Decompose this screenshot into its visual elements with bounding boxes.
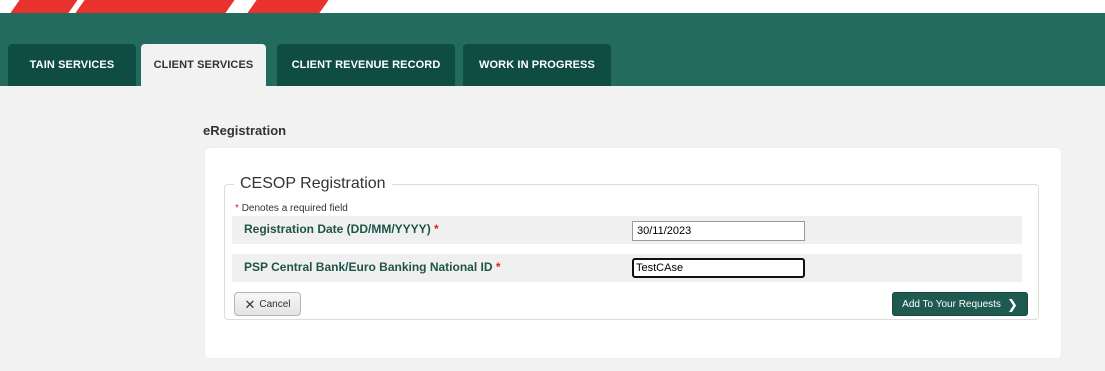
required-star: * xyxy=(495,260,501,274)
registration-date-label-text: Registration Date (DD/MM/YYYY) xyxy=(244,222,431,236)
active-tab-connector xyxy=(141,86,266,100)
add-to-requests-button[interactable]: Add To Your Requests ❯ xyxy=(892,292,1028,316)
tab-client-services[interactable]: CLIENT SERVICES xyxy=(141,44,266,86)
required-note-text: Denotes a required field xyxy=(241,203,348,214)
close-icon: ✕ xyxy=(244,296,256,312)
tab-client-revenue-record[interactable]: CLIENT REVENUE RECORD xyxy=(277,44,455,86)
registration-date-input[interactable] xyxy=(632,221,805,241)
registration-date-row: Registration Date (DD/MM/YYYY) * xyxy=(232,216,1022,244)
cancel-button[interactable]: ✕ Cancel xyxy=(234,292,301,316)
required-star: * xyxy=(434,222,439,236)
tab-work-in-progress[interactable]: WORK IN PROGRESS xyxy=(463,44,611,86)
fieldset-legend: CESOP Registration xyxy=(234,175,392,193)
psp-national-id-input[interactable] xyxy=(632,258,805,278)
cancel-button-label: Cancel xyxy=(259,298,291,310)
psp-national-id-label: PSP Central Bank/Euro Banking National I… xyxy=(244,260,501,274)
registration-date-label: Registration Date (DD/MM/YYYY) * xyxy=(244,222,439,236)
required-star: * xyxy=(235,203,239,214)
brand-logo-fragment xyxy=(247,0,329,13)
brand-logo-fragment xyxy=(75,0,235,13)
psp-national-id-label-text: PSP Central Bank/Euro Banking National I… xyxy=(244,260,493,274)
brand-logo-fragment xyxy=(10,0,78,13)
top-brand-strip xyxy=(0,0,1105,13)
add-to-requests-label: Add To Your Requests xyxy=(902,298,1001,310)
chevron-right-icon: ❯ xyxy=(1006,296,1018,312)
tab-tain-services[interactable]: TAIN SERVICES xyxy=(8,44,136,86)
psp-national-id-row: PSP Central Bank/Euro Banking National I… xyxy=(232,254,1022,282)
required-field-note: * Denotes a required field xyxy=(235,203,348,214)
page-title: eRegistration xyxy=(203,123,287,138)
